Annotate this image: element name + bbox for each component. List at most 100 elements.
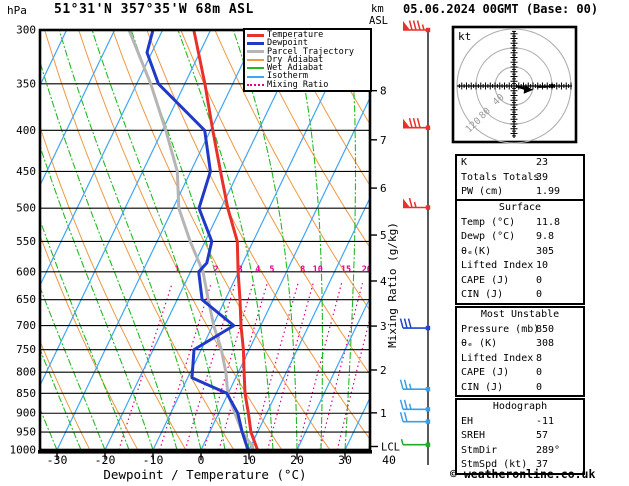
svg-text:950: 950 bbox=[16, 426, 36, 439]
svg-text:400: 400 bbox=[16, 124, 36, 137]
stat-label: θₑ (K) bbox=[461, 338, 497, 349]
stat-value: 10 bbox=[536, 259, 548, 274]
temperature-axis: -30-20-10010203040Dewpoint / Temperature… bbox=[47, 453, 396, 482]
stat-value: 1.99 bbox=[536, 185, 560, 200]
wind-barb-column bbox=[401, 21, 431, 466]
svg-text:1000: 1000 bbox=[10, 444, 37, 457]
stat-row: PW (cm) 1.99 bbox=[457, 185, 583, 200]
legend-item: Temperature bbox=[247, 31, 370, 39]
stat-label: Pressure (mb) bbox=[461, 324, 539, 335]
legend-swatch-thick bbox=[247, 42, 264, 45]
stat-label: θₑ(K) bbox=[461, 246, 491, 257]
legend-swatch-thin bbox=[247, 67, 264, 69]
svg-text:10: 10 bbox=[313, 265, 323, 275]
stat-label: CIN (J) bbox=[461, 382, 503, 393]
wind-barb bbox=[401, 380, 431, 392]
panel-title: Hodograph bbox=[457, 400, 583, 415]
svg-text:1: 1 bbox=[380, 407, 387, 420]
stat-value: -11 bbox=[536, 415, 554, 430]
stat-label: Lifted Index bbox=[461, 353, 533, 364]
stat-label: PW (cm) bbox=[461, 186, 503, 197]
svg-text:550: 550 bbox=[16, 235, 36, 248]
stat-row: CIN (J) 0 bbox=[457, 381, 583, 396]
lcl-label: LCL bbox=[381, 441, 400, 453]
panel-title: Most Unstable bbox=[457, 308, 583, 323]
svg-text:350: 350 bbox=[16, 77, 36, 90]
wind-barb bbox=[401, 412, 431, 424]
stat-value: 305 bbox=[536, 245, 554, 260]
svg-text:2: 2 bbox=[380, 364, 387, 377]
stat-value: 289° bbox=[536, 444, 560, 459]
stat-value: 57 bbox=[536, 429, 548, 444]
stat-value: 0 bbox=[536, 366, 542, 381]
stat-value: 8 bbox=[536, 352, 542, 367]
parcel-trajectory-curve bbox=[129, 30, 253, 450]
stat-row: StmDir289° bbox=[457, 444, 583, 459]
stat-value: 0 bbox=[536, 288, 542, 303]
svg-text:450: 450 bbox=[16, 165, 36, 178]
stats-panel: K23Totals Totals39PW (cm)1.99 bbox=[455, 154, 585, 202]
svg-text:4: 4 bbox=[255, 265, 260, 275]
stat-label: CIN (J) bbox=[461, 289, 503, 300]
svg-text:600: 600 bbox=[16, 265, 36, 278]
stats-panel-surface: SurfaceTemp (°C)11.8Dewp (°C)9.8θₑ(K)305… bbox=[455, 199, 585, 305]
stat-label: CAPE (J) bbox=[461, 275, 509, 286]
svg-text:Dewpoint / Temperature (°C): Dewpoint / Temperature (°C) bbox=[103, 467, 306, 482]
stat-label: SREH bbox=[461, 430, 485, 441]
panel-title: Surface bbox=[457, 201, 583, 216]
stat-label: Lifted Index bbox=[461, 260, 533, 271]
stat-row: SREH 57 bbox=[457, 429, 583, 444]
stat-value: 0 bbox=[536, 274, 542, 289]
wind-barb bbox=[402, 439, 431, 447]
stat-label: EH bbox=[461, 416, 473, 427]
wind-barb bbox=[403, 198, 430, 210]
hodograph: kt4080120 bbox=[453, 27, 576, 143]
page-title: 51°31'N 357°35'W 68m ASL bbox=[54, 2, 254, 17]
stat-label: Dewp (°C) bbox=[461, 231, 515, 242]
stat-label: K bbox=[461, 157, 467, 168]
svg-text:2: 2 bbox=[214, 265, 219, 275]
stat-row: θₑ (K) 308 bbox=[457, 337, 583, 352]
stats-panel-hodograph: HodographEH-11SREH57StmDir289°StmSpd (kt… bbox=[455, 398, 585, 475]
stat-row: CIN (J) 0 bbox=[457, 288, 583, 303]
stat-row: Lifted Index8 bbox=[457, 352, 583, 367]
stat-value: 9.8 bbox=[536, 230, 554, 245]
stat-label: Totals Totals bbox=[461, 172, 539, 183]
svg-text:ASL: ASL bbox=[369, 15, 388, 27]
dewpoint-curve bbox=[147, 30, 248, 450]
hodograph-unit-label: kt bbox=[458, 30, 471, 43]
stat-value: 0 bbox=[536, 381, 542, 396]
legend-item: Wet Adiabat bbox=[247, 64, 370, 72]
stat-value: 23 bbox=[536, 156, 548, 171]
svg-text:km: km bbox=[371, 3, 384, 15]
svg-text:850: 850 bbox=[16, 387, 36, 400]
wet-adiabat-lines bbox=[0, 30, 440, 450]
svg-text:700: 700 bbox=[16, 319, 36, 332]
stat-label: CAPE (J) bbox=[461, 367, 509, 378]
svg-text:1: 1 bbox=[175, 265, 180, 275]
stat-row: K 23 bbox=[457, 156, 583, 171]
stat-value: 39 bbox=[536, 171, 548, 186]
stat-value: 308 bbox=[536, 337, 554, 352]
svg-text:15: 15 bbox=[341, 265, 351, 275]
svg-text:800: 800 bbox=[16, 366, 36, 379]
stat-row: Lifted Index10 bbox=[457, 259, 583, 274]
mixing-ratio-labels: 12345810152025 bbox=[175, 265, 389, 275]
svg-text:30: 30 bbox=[338, 453, 352, 467]
stat-row: Totals Totals39 bbox=[457, 171, 583, 186]
stat-row: CAPE (J) 0 bbox=[457, 366, 583, 381]
legend-label: Mixing Ratio bbox=[267, 81, 328, 89]
legend-item: Mixing Ratio bbox=[247, 81, 370, 89]
svg-text:650: 650 bbox=[16, 293, 36, 306]
svg-text:5: 5 bbox=[269, 265, 274, 275]
wind-barb bbox=[401, 319, 431, 331]
svg-text:hPa: hPa bbox=[7, 4, 27, 17]
stat-value: 850 bbox=[536, 323, 554, 338]
svg-text:8: 8 bbox=[380, 85, 387, 98]
legend-swatch-thin bbox=[247, 76, 264, 78]
legend-swatch-thick bbox=[247, 50, 264, 53]
svg-text:-30: -30 bbox=[47, 453, 68, 467]
svg-text:6: 6 bbox=[380, 182, 387, 195]
stat-value: 11.8 bbox=[536, 216, 560, 231]
stats-panel-most-unstable: Most UnstablePressure (mb)850 θₑ (K) 308Li… bbox=[455, 306, 585, 397]
